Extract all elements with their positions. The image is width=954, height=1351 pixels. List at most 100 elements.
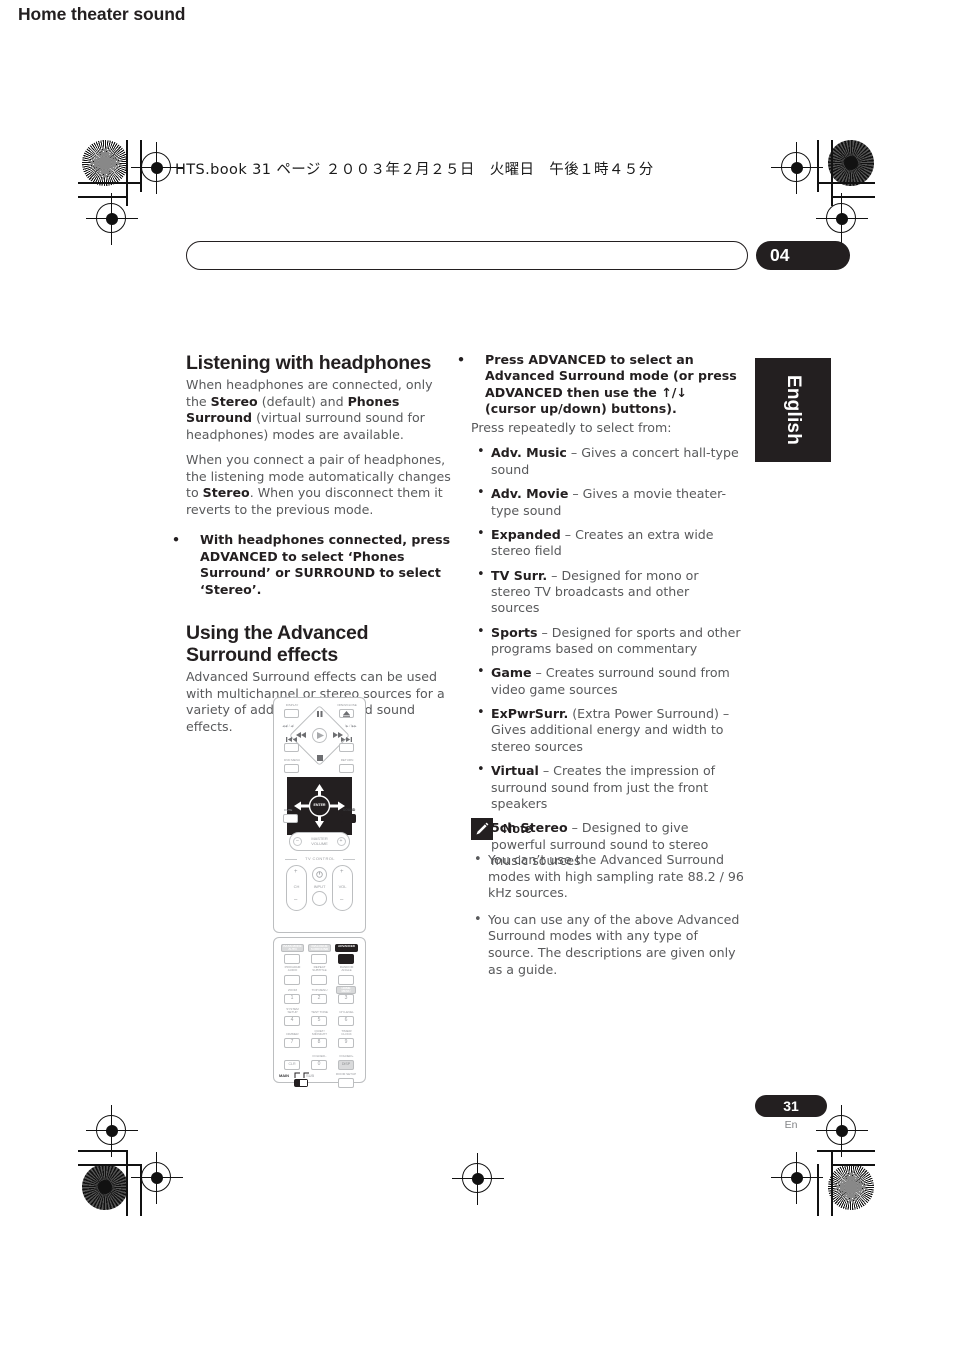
crop-mark-horizontal-bl-b bbox=[78, 1150, 126, 1152]
mode-name: Adv. Music bbox=[491, 445, 567, 461]
crop-mark-horizontal-br-a bbox=[831, 1164, 875, 1166]
mode-name: ExPwrSurr. bbox=[491, 706, 569, 722]
tv-control-rule-right bbox=[343, 859, 355, 860]
lead-in-press-repeatedly: Press repeatedly to select from: bbox=[471, 419, 672, 435]
remote-label-top-menu: TOP MENU bbox=[311, 988, 328, 992]
remote-label-dialogue-surround: DIALOGUE SURROUND bbox=[310, 943, 329, 951]
left-text-column: Listening with headphones When headphone… bbox=[172, 352, 456, 744]
mode-name: TV Surr. bbox=[491, 567, 548, 583]
paragraph-auto-switch: When you connect a pair of headphones, t… bbox=[186, 452, 456, 518]
para1-part-c: (default) and bbox=[257, 393, 348, 409]
remote-button-bass-mode[interactable] bbox=[284, 954, 300, 964]
registration-mark-top-left bbox=[131, 142, 183, 194]
mode-name: Expanded bbox=[491, 526, 561, 542]
remote-label-zoom: ZOOM bbox=[287, 988, 298, 992]
page-number-badge: 31 bbox=[755, 1095, 827, 1117]
remote-label-enter: ENTER bbox=[313, 803, 326, 807]
file-slug-line: HTS.book 31 ページ ２００３年２月２５日 火曜日 午後１時４５分 bbox=[175, 162, 654, 178]
registration-mark-left-upper bbox=[86, 193, 138, 245]
remote-button-display[interactable] bbox=[284, 709, 299, 718]
tv-control-rule-left bbox=[285, 859, 297, 860]
instruction-press-advanced: • Press ADVANCED to select an Advanced Su… bbox=[457, 352, 741, 418]
remote-number-7: 7 bbox=[290, 1039, 294, 1045]
list-item: You can’t use the Advanced Surround mode… bbox=[471, 851, 746, 902]
remote-button-return[interactable] bbox=[339, 764, 354, 773]
remote-ch-down-symbol: – bbox=[294, 897, 298, 903]
remote-label-system-setup: SYSTEM SETUP bbox=[286, 1007, 299, 1015]
remote-label-random-angle: RANDOM ANGLE bbox=[339, 965, 354, 973]
print-color-star-top-right bbox=[828, 140, 874, 186]
remote-label-program-audio: PROGRAM AUDIO bbox=[284, 965, 301, 973]
remote-number-1: 1 bbox=[290, 995, 294, 1001]
chapter-title-bar bbox=[186, 241, 748, 270]
page-title: Home theater sound bbox=[18, 4, 186, 24]
remote-label-master-volume: MASTER VOLUME bbox=[311, 836, 328, 846]
list-item: Expanded – Creates an extra wide stereo … bbox=[471, 526, 741, 560]
list-item: Adv. Movie – Gives a movie theater-type … bbox=[471, 485, 741, 519]
crop-mark-vertical-br-a bbox=[817, 1164, 819, 1216]
registration-mark-bottom-left bbox=[131, 1152, 183, 1204]
remote-label-home-menu: HOME MENU bbox=[341, 985, 351, 993]
note-list: You can’t use the Advanced Surround mode… bbox=[471, 851, 746, 978]
rewind-icon bbox=[296, 732, 306, 738]
remote-button-random-angle[interactable] bbox=[338, 975, 354, 985]
remote-button-mute[interactable] bbox=[283, 814, 298, 823]
pencil-icon bbox=[471, 818, 493, 840]
mode-name: Sports bbox=[491, 624, 538, 640]
play-icon bbox=[317, 732, 324, 739]
switch-knob bbox=[300, 1080, 307, 1086]
instruction-headphones-connected: • With headphones connected, press ADVANC… bbox=[172, 532, 456, 598]
crop-mark-horizontal-tr-b bbox=[831, 196, 875, 198]
instruction-bullet-right: • bbox=[457, 352, 466, 367]
remote-ch-up-symbol: + bbox=[294, 869, 298, 875]
paragraph-headphone-modes: When headphones are connected, only the … bbox=[186, 377, 456, 443]
instruction-headphones-text: With headphones connected, press ADVANCE… bbox=[200, 532, 451, 597]
note-block: Note You can’t use the Advanced Surround… bbox=[471, 818, 746, 988]
remote-button-previous-track[interactable] bbox=[284, 743, 299, 752]
remote-label-repeat-subtitle: REPEAT SUBTITLE bbox=[312, 965, 327, 973]
language-side-tab-label: English bbox=[783, 374, 804, 446]
next-track-icon bbox=[341, 737, 352, 742]
remote-button-room-setup[interactable] bbox=[338, 1078, 354, 1088]
crop-mark-horizontal-bl-a bbox=[78, 1164, 140, 1166]
remote-button-next-track[interactable] bbox=[339, 743, 354, 752]
remote-button-dvd-menu[interactable] bbox=[284, 764, 299, 773]
remote-label-vol: VOL bbox=[338, 884, 347, 889]
eject-icon bbox=[343, 710, 350, 717]
remote-label-advanced: ADVANCED bbox=[338, 944, 355, 948]
previous-track-icon bbox=[286, 737, 297, 742]
remote-number-9: 9 bbox=[344, 1039, 348, 1045]
remote-label-test-tone: TEST TONE bbox=[311, 1010, 328, 1014]
remote-button-advanced[interactable] bbox=[338, 954, 354, 964]
remote-label-clr: CLR bbox=[288, 1061, 296, 1066]
remote-button-repeat-subtitle[interactable] bbox=[311, 975, 327, 985]
print-color-star-bottom-left bbox=[82, 1164, 128, 1210]
mode-name: Adv. Movie bbox=[491, 486, 569, 502]
remote-label-scan-right: I▶ / I▶▶ bbox=[345, 724, 357, 728]
right-text-column: • Press ADVANCED to select an Advanced Su… bbox=[457, 352, 741, 877]
remote-button-program-audio[interactable] bbox=[284, 975, 300, 985]
remote-label-ch: CH bbox=[293, 884, 300, 889]
remote-label-sound: SOUND bbox=[342, 808, 356, 812]
remote-label-dimmer: DIMMER bbox=[286, 1032, 299, 1036]
switch-track-icon bbox=[294, 1072, 309, 1078]
remote-label-mute: MUTE bbox=[283, 808, 293, 812]
crop-mark-horizontal-br-b bbox=[817, 1150, 875, 1152]
list-item: TV Surr. – Designed for mono or stereo T… bbox=[471, 567, 741, 617]
remote-tv-input-button[interactable] bbox=[312, 891, 327, 906]
page-language-code: En bbox=[784, 1119, 798, 1131]
remote-label-scan-left: ◀◀I / ◀I bbox=[282, 724, 294, 728]
remote-number-2: 2 bbox=[317, 995, 321, 1001]
print-color-star-bottom-right bbox=[828, 1164, 874, 1210]
remote-button-dialogue[interactable] bbox=[311, 954, 327, 964]
registration-mark-bottom-center bbox=[452, 1153, 504, 1205]
remote-label-timer-clock: TIMER/ CLOCK bbox=[341, 1029, 352, 1037]
remote-label-disp: DISP bbox=[341, 1061, 351, 1066]
remote-number-8: 8 bbox=[317, 1039, 321, 1045]
remote-label-return: RETURN bbox=[340, 758, 354, 762]
crop-mark-vertical-bl-a bbox=[126, 1150, 128, 1216]
note-label: Note bbox=[503, 822, 532, 836]
remote-button-sound[interactable] bbox=[341, 814, 356, 823]
list-item: Adv. Music – Gives a concert hall-type s… bbox=[471, 444, 741, 478]
pause-icon bbox=[316, 711, 322, 717]
